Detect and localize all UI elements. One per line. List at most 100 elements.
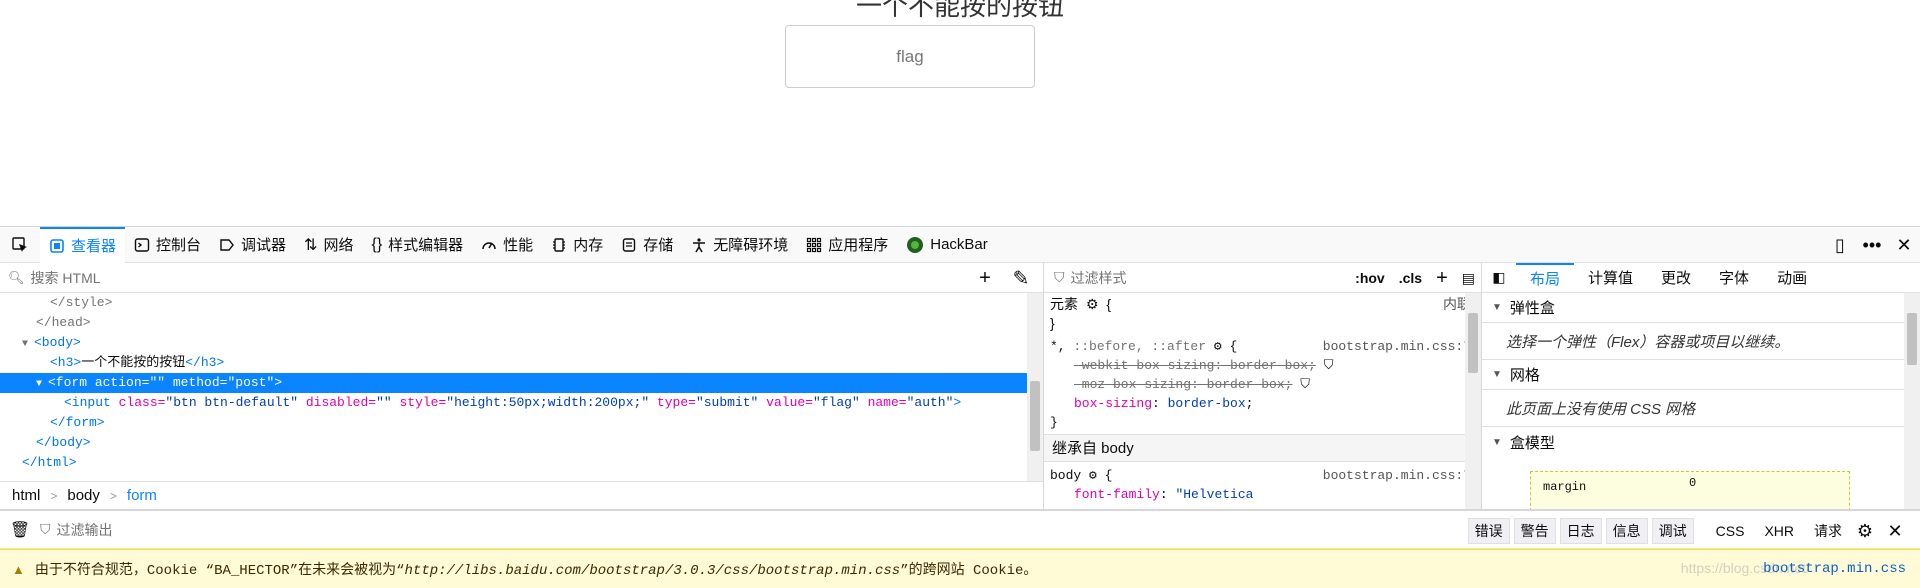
inspector-icon <box>49 238 65 254</box>
breadcrumb-body[interactable]: body <box>67 487 100 504</box>
warning-source-link[interactable]: bootstrap.min.css <box>1763 561 1906 577</box>
flexbox-section-header[interactable]: ▼ 弹性盒 <box>1482 293 1920 323</box>
add-node-icon[interactable]: + <box>967 267 1003 290</box>
tab-changes[interactable]: 更改 <box>1647 263 1705 293</box>
tab-accessibility[interactable]: 无障碍环境 <box>682 227 797 263</box>
tab-performance[interactable]: 性能 <box>472 227 542 263</box>
category-info[interactable]: 信息 <box>1605 518 1648 544</box>
search-html-input[interactable]: 搜索 HTML <box>31 268 101 288</box>
scrollbar-thumb[interactable] <box>1030 381 1040 451</box>
tree-line[interactable]: <input class="btn btn-default" disabled=… <box>0 393 1043 413</box>
breadcrumb-form[interactable]: form <box>127 487 157 504</box>
tree-line[interactable]: </head> <box>0 313 1043 333</box>
tab-fonts[interactable]: 字体 <box>1705 263 1763 293</box>
expand-icon[interactable]: ▼ <box>22 335 34 355</box>
tab-label: 内存 <box>573 237 604 254</box>
gear-icon[interactable]: ⚙ <box>1089 468 1097 483</box>
category-logs[interactable]: 日志 <box>1559 518 1602 544</box>
filter-styles-input[interactable]: 过滤样式 <box>1071 268 1127 288</box>
tab-storage[interactable]: 存储 <box>612 227 682 263</box>
close-icon[interactable]: ✕ <box>1888 235 1920 256</box>
tab-label: 查看器 <box>71 238 117 255</box>
rule-source-link[interactable]: bootstrap.min.css:7 <box>1323 337 1471 356</box>
layout-scrollbar[interactable] <box>1904 293 1920 509</box>
grid-section-header[interactable]: ▼ 网格 <box>1482 360 1920 390</box>
markup-scrollbar[interactable] <box>1027 293 1043 481</box>
inherited-header: 继承自 body <box>1044 434 1481 462</box>
tab-inspector[interactable]: 查看器 <box>40 226 126 263</box>
add-rule-icon[interactable]: + <box>1436 267 1448 290</box>
rules-pane: ⛉ 过滤样式 :hov .cls + ▤ 元素 ⚙ { 内联 } *,::be… <box>1044 263 1482 509</box>
tab-memory[interactable]: 内存 <box>542 227 612 263</box>
tree-line[interactable]: </body> <box>0 433 1043 453</box>
category-debug[interactable]: 调试 <box>1651 518 1694 544</box>
tab-debugger[interactable]: 调试器 <box>210 227 295 263</box>
tab-hackbar[interactable]: HackBar <box>897 227 997 263</box>
margin-label: margin <box>1543 480 1587 494</box>
more-options-icon[interactable]: ••• <box>1856 235 1888 256</box>
dock-icon[interactable]: ▯ <box>1824 235 1856 256</box>
rule-declaration[interactable]: -moz-box-sizing: border-box; ⛉ <box>1050 375 1481 394</box>
category-warnings[interactable]: 警告 <box>1513 518 1556 544</box>
box-model-margin[interactable]: margin 0 <box>1530 471 1850 511</box>
tab-label: 样式编辑器 <box>388 237 464 254</box>
tree-line[interactable]: ▼ <body> <box>0 333 1043 353</box>
tree-line[interactable]: </style> <box>0 293 1043 313</box>
tab-label: 无障碍环境 <box>713 237 789 254</box>
gear-icon[interactable]: ⚙ <box>1086 296 1099 312</box>
tab-label: HackBar <box>930 236 988 253</box>
breadcrumb: html > body > form <box>0 481 1043 509</box>
tree-line[interactable]: </html> <box>0 453 1043 473</box>
category-xhr[interactable]: XHR <box>1756 521 1802 541</box>
collapse-icon: ▼ <box>1492 302 1502 313</box>
storage-icon <box>621 237 637 253</box>
search-icon: 🔍︎ <box>8 269 25 285</box>
tab-style-editor[interactable]: {} 样式编辑器 <box>362 227 472 263</box>
tab-application[interactable]: 应用程序 <box>797 227 897 263</box>
tab-layout[interactable]: 布局 <box>1516 262 1575 293</box>
tab-console[interactable]: 控制台 <box>125 227 210 263</box>
console-filter-input[interactable]: 过滤输出 <box>57 520 113 540</box>
element-picker-icon[interactable] <box>0 227 40 263</box>
gear-icon[interactable]: ⚙ <box>1850 521 1880 542</box>
tab-computed[interactable]: 计算值 <box>1574 263 1647 293</box>
print-media-icon[interactable]: ▤ <box>1462 270 1475 287</box>
margin-value[interactable]: 0 <box>1689 476 1696 490</box>
sidebar-toggle-icon[interactable]: ◧ <box>1482 269 1516 286</box>
category-errors[interactable]: 错误 <box>1467 518 1510 544</box>
breadcrumb-html[interactable]: html <box>12 487 40 504</box>
rule-declaration[interactable]: box-sizing: border-box; <box>1050 394 1481 413</box>
scrollbar-thumb[interactable] <box>1468 313 1478 373</box>
layout-pane: ◧ 布局 计算值 更改 字体 动画 ▼ 弹性盒 选择一个弹性（Flex）容器或项目… <box>1482 262 1920 511</box>
markup-tree: </style> </head> ▼ <body> <h3>一个不能按的按钮</h… <box>0 293 1043 473</box>
rule-source-link[interactable]: bootstrap.min.css:7 <box>1323 466 1471 485</box>
rules-scrollbar[interactable] <box>1465 293 1481 509</box>
close-icon[interactable]: ✕ <box>1880 521 1910 542</box>
category-css[interactable]: CSS <box>1708 521 1753 541</box>
flag-button[interactable]: flag <box>785 25 1035 88</box>
rule-declaration[interactable]: -webkit-box-sizing: border-box; ⛉ <box>1050 356 1481 375</box>
box-model-section-header[interactable]: ▼ 盒模型 <box>1482 427 1920 457</box>
debugger-icon <box>219 237 235 253</box>
tree-line[interactable]: </form> <box>0 413 1043 433</box>
tab-network[interactable]: ⇅ 网络 <box>295 227 362 263</box>
gear-icon[interactable]: ⚙ <box>1214 339 1222 354</box>
trash-icon[interactable]: 🗑︎ <box>0 520 40 540</box>
filter-icon[interactable]: ⛉ <box>1324 358 1334 373</box>
markup-pane: 🔍︎ 搜索 HTML + ✎ </style> </head> ▼ <body> … <box>0 263 1044 509</box>
tree-line[interactable]: <h3>一个不能按的按钮</h3> <box>0 353 1043 373</box>
tab-label: 性能 <box>503 237 534 254</box>
eyedropper-icon[interactable]: ✎ <box>1003 266 1039 291</box>
tree-line-selected[interactable]: ▼ <form action="" method="post"> <box>0 373 1043 393</box>
collapse-icon: ▼ <box>1492 369 1502 380</box>
filter-icon[interactable]: ⛉ <box>1300 377 1310 392</box>
category-requests[interactable]: 请求 <box>1806 519 1850 543</box>
memory-icon <box>551 237 567 253</box>
warning-message: 由于不符合规范，Cookie “BA_HECTOR”在未来会被视为“http:/… <box>34 563 1038 579</box>
cls-button[interactable]: .cls <box>1399 270 1422 286</box>
hov-button[interactable]: :hov <box>1355 270 1385 286</box>
tab-animations[interactable]: 动画 <box>1763 263 1821 293</box>
expand-icon[interactable]: ▼ <box>36 375 48 395</box>
rule-declaration[interactable]: font-family: "Helvetica <box>1050 485 1481 504</box>
scrollbar-thumb[interactable] <box>1907 313 1917 365</box>
